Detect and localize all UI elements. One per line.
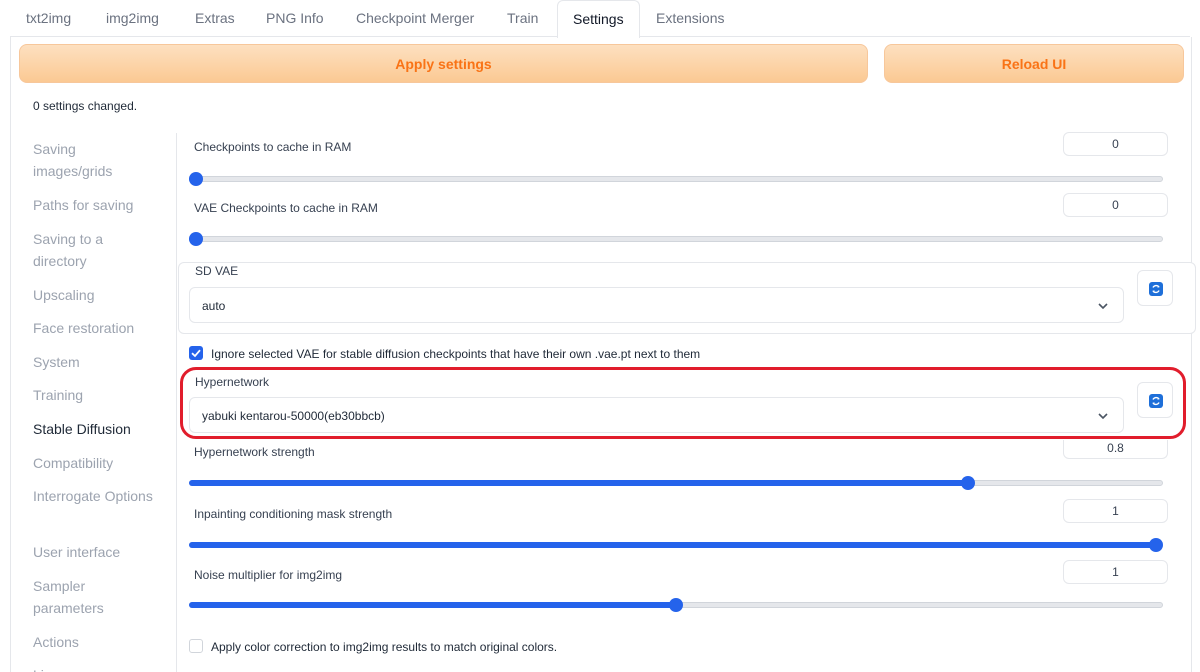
inpainting-mask-strength-slider[interactable] (189, 535, 1163, 555)
sidebar-item-upscaling[interactable]: Upscaling (33, 284, 158, 306)
sidebar-item-paths-for-saving[interactable]: Paths for saving (33, 194, 158, 216)
hypernetwork-strength-input[interactable]: 0.8 (1063, 440, 1168, 459)
sd-vae-refresh-button[interactable] (1137, 270, 1173, 306)
hypernetwork-strength-label: Hypernetwork strength (194, 445, 315, 459)
sidebar-item-compatibility[interactable]: Compatibility (33, 452, 158, 474)
inpainting-mask-strength-label: Inpainting conditioning mask strength (194, 507, 393, 521)
check-icon (191, 349, 201, 358)
sd-vae-dropdown[interactable]: auto (189, 287, 1124, 323)
slider-fill (189, 542, 1156, 548)
tab-checkpoint-merger[interactable]: Checkpoint Merger (356, 0, 474, 37)
sidebar-item-system[interactable]: System (33, 351, 158, 373)
slider-track (189, 176, 1163, 182)
vae-checkpoints-cache-label: VAE Checkpoints to cache in RAM (194, 201, 378, 215)
slider-track (189, 236, 1163, 242)
tab-extras[interactable]: Extras (195, 0, 235, 37)
hypernetwork-refresh-button[interactable] (1137, 382, 1173, 418)
slider-thumb[interactable] (1149, 538, 1163, 552)
ignore-vae-checkbox[interactable] (189, 346, 203, 360)
checkpoints-cache-input[interactable]: 0 (1063, 132, 1168, 156)
sidebar-item-stable-diffusion[interactable]: Stable Diffusion (33, 418, 158, 440)
checkpoints-cache-slider[interactable] (189, 169, 1163, 189)
sd-vae-label: SD VAE (195, 264, 239, 278)
noise-multiplier-input[interactable]: 1 (1063, 560, 1168, 584)
sidebar-item-user-interface[interactable]: User interface (33, 541, 158, 563)
sidebar-item-actions[interactable]: Actions (33, 631, 158, 653)
hypernetwork-value: yabuki kentarou-50000(eb30bbcb) (202, 409, 385, 423)
vae-checkpoints-cache-input[interactable]: 0 (1063, 193, 1168, 217)
hypernetwork-dropdown[interactable]: yabuki kentarou-50000(eb30bbcb) (189, 397, 1124, 433)
sidebar-item-saving-images-grids[interactable]: Saving images/grids (33, 138, 158, 182)
tab-train[interactable]: Train (507, 0, 538, 37)
sidebar-item-licenses[interactable]: Licenses (33, 664, 158, 672)
sidebar-item-sampler-parameters[interactable]: Sampler parameters (33, 575, 158, 619)
checkpoints-cache-label: Checkpoints to cache in RAM (194, 140, 352, 154)
slider-thumb[interactable] (669, 598, 683, 612)
refresh-icon (1149, 394, 1163, 408)
slider-thumb[interactable] (189, 232, 203, 246)
color-correction-checkbox[interactable] (189, 639, 203, 653)
chevron-down-icon (1098, 303, 1108, 310)
refresh-icon (1149, 282, 1163, 296)
sd-vae-value: auto (202, 299, 226, 313)
tab-settings[interactable]: Settings (557, 0, 640, 38)
color-correction-label: Apply color correction to img2img result… (211, 640, 558, 654)
sidebar-item-face-restoration[interactable]: Face restoration (33, 317, 158, 339)
sidebar-item-saving-to-directory[interactable]: Saving to a directory (33, 228, 158, 272)
apply-settings-button[interactable]: Apply settings (19, 44, 868, 83)
slider-fill (189, 480, 969, 486)
slider-thumb[interactable] (189, 172, 203, 186)
sidebar-item-training[interactable]: Training (33, 384, 158, 406)
ignore-vae-label: Ignore selected VAE for stable diffusion… (211, 347, 701, 361)
sidebar-item-interrogate-options[interactable]: Interrogate Options (33, 485, 158, 507)
tab-img2img[interactable]: img2img (106, 0, 159, 37)
noise-multiplier-label: Noise multiplier for img2img (194, 568, 343, 582)
chevron-down-icon (1098, 413, 1108, 420)
reload-ui-button[interactable]: Reload UI (884, 44, 1184, 83)
hypernetwork-strength-slider[interactable] (189, 473, 1163, 493)
settings-changed-status: 0 settings changed. (33, 99, 138, 113)
hypernetwork-label: Hypernetwork (195, 375, 270, 389)
tab-extensions[interactable]: Extensions (656, 0, 724, 37)
vae-checkpoints-cache-slider[interactable] (189, 229, 1163, 249)
tab-txt2img[interactable]: txt2img (26, 0, 71, 37)
slider-fill (189, 602, 676, 608)
tab-png-info[interactable]: PNG Info (266, 0, 324, 37)
inpainting-mask-strength-input[interactable]: 1 (1063, 499, 1168, 523)
slider-thumb[interactable] (961, 476, 976, 490)
noise-multiplier-slider[interactable] (189, 595, 1163, 615)
tab-bar: txt2img img2img Extras PNG Info Checkpoi… (0, 0, 1200, 38)
